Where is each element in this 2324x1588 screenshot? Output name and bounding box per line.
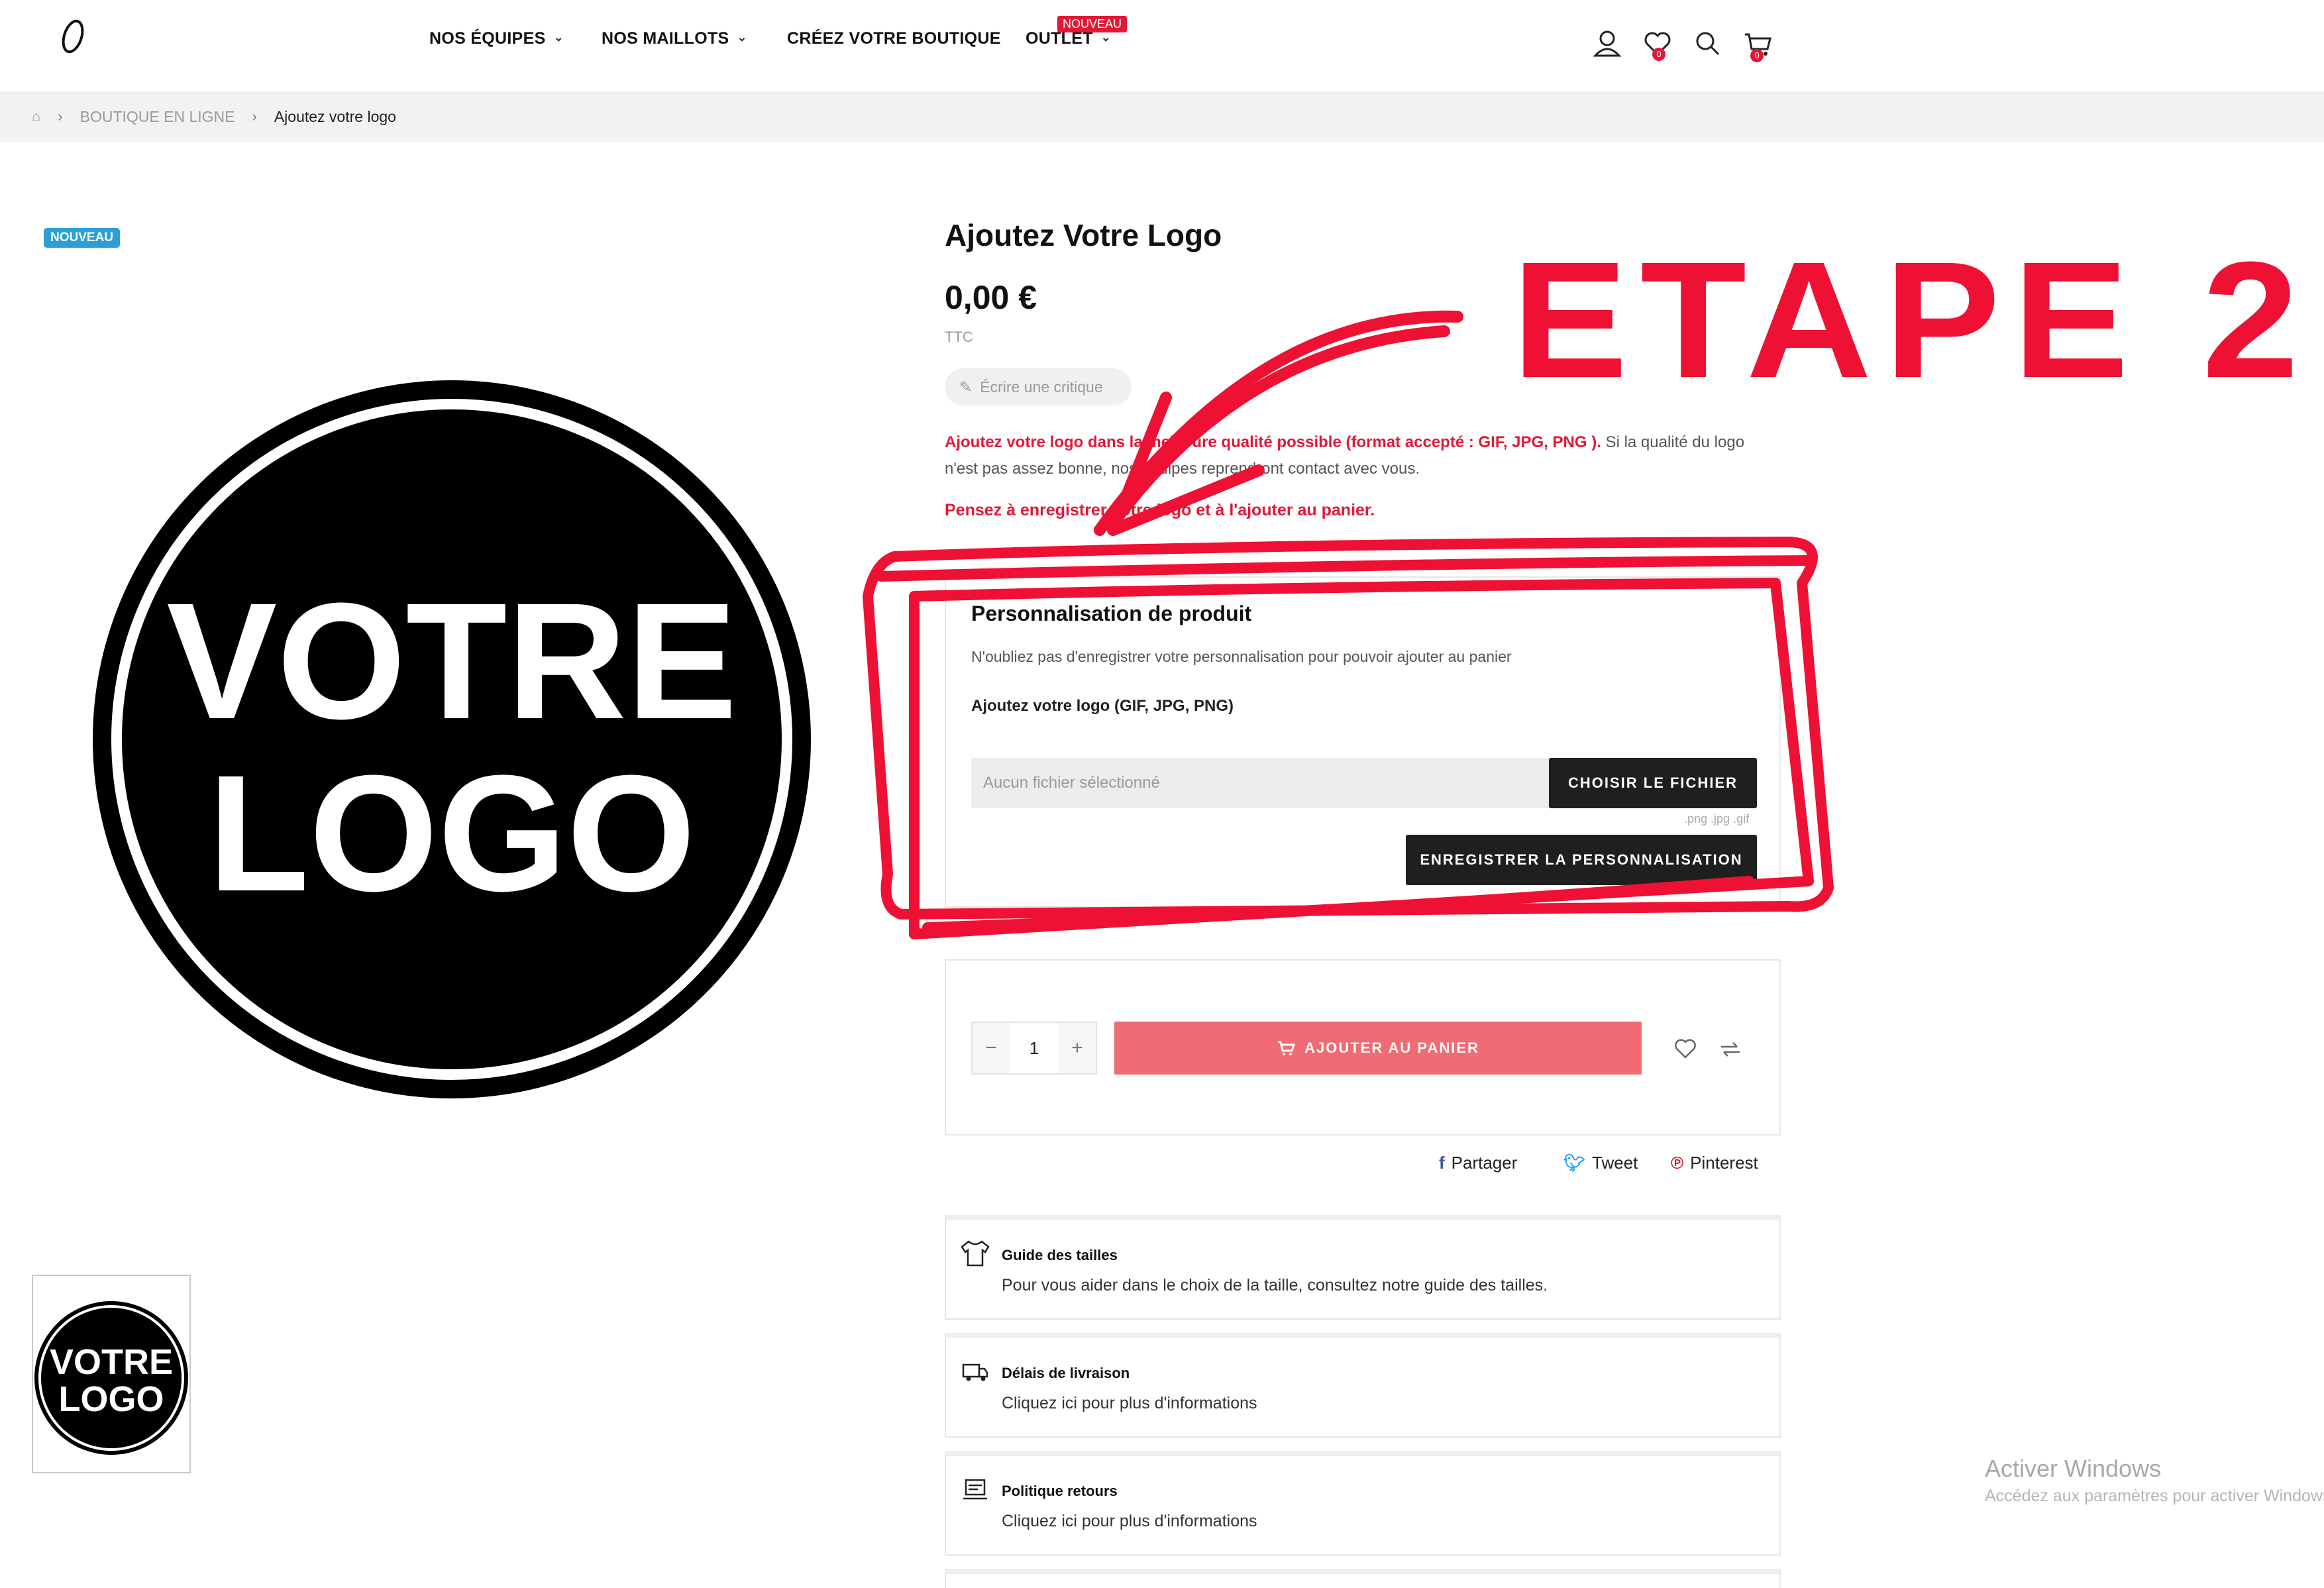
info-text: Pour vous aider dans le choix de la tail…: [1002, 1276, 1548, 1295]
nav-nos-equipes[interactable]: NOS ÉQUIPES ⌄: [429, 29, 564, 48]
info-title: Guide des tailles: [1002, 1247, 1118, 1263]
truck-icon: [962, 1363, 988, 1381]
windows-activation-title: Activer Windows: [1985, 1455, 2162, 1482]
info-title: Délais de livraison: [1002, 1365, 1130, 1381]
breadcrumb: ⌂ › BOUTIQUE EN LIGNE › Ajoutez votre lo…: [0, 91, 2324, 142]
compare-icon[interactable]: [1717, 1036, 1744, 1063]
share-twitter[interactable]: 🐦︎ Tweet: [1563, 1153, 1638, 1173]
save-reminder: Pensez à enregistrer votre logo et à l'a…: [945, 501, 1375, 519]
tshirt-icon: [961, 1240, 990, 1267]
qty-decrease-button[interactable]: −: [973, 1023, 1010, 1073]
tax-label: TTC: [945, 329, 973, 345]
home-icon[interactable]: ⌂: [32, 108, 40, 125]
nav-creez-votre-boutique[interactable]: CRÉEZ VOTRE BOUTIQUE: [787, 29, 1001, 48]
logo-field-label: Ajoutez votre logo (GIF, JPG, PNG): [971, 697, 1234, 715]
product-description: Ajoutez votre logo dans la meilleure qua…: [945, 429, 1773, 482]
logo-text-line1: VOTRE: [166, 568, 737, 753]
share-facebook[interactable]: f Partager: [1439, 1153, 1517, 1173]
nav-label: NOS ÉQUIPES: [429, 29, 546, 48]
customization-title: Personnalisation de produit: [971, 602, 1252, 625]
user-icon[interactable]: [1590, 26, 1624, 61]
info-delivery[interactable]: Délais de livraison Cliquez ici pour plu…: [945, 1333, 1781, 1438]
outlet-new-badge: NOUVEAU: [1057, 16, 1128, 32]
chevron-right-icon: ›: [252, 108, 257, 125]
customization-panel: Personnalisation de produit N'oubliez pa…: [945, 576, 1781, 908]
description-highlight: Ajoutez votre logo dans la meilleure qua…: [945, 433, 1601, 451]
extensions-hint: .png .jpg .gif: [1684, 812, 1750, 825]
file-input[interactable]: Aucun fichier sélectionné: [971, 758, 1549, 808]
info-text: Cliquez ici pour plus d'informations: [1002, 1394, 1257, 1412]
annotation-label: ETAPE 2: [1512, 227, 2311, 412]
chevron-down-icon: ⌄: [737, 30, 747, 44]
info-size-guide[interactable]: Guide des tailles Pour vous aider dans l…: [945, 1215, 1781, 1320]
share-twitter-label: Tweet: [1592, 1153, 1638, 1173]
choose-file-button[interactable]: CHOISIR LE FICHIER: [1549, 758, 1757, 808]
qty-increase-button[interactable]: +: [1059, 1023, 1096, 1073]
info-text: Cliquez ici pour plus d'informations: [1002, 1512, 1257, 1530]
brand-logo[interactable]: [54, 16, 91, 57]
thumbnail-logo: VOTRE LOGO: [34, 1301, 188, 1455]
pencil-icon: ✎: [959, 378, 973, 396]
chevron-down-icon: ⌄: [553, 30, 564, 44]
thumb-text-line2: LOGO: [59, 1379, 164, 1419]
nav-label: CRÉEZ VOTRE BOUTIQUE: [787, 29, 1001, 48]
share-facebook-label: Partager: [1451, 1153, 1518, 1173]
product-thumbnail[interactable]: VOTRE LOGO: [32, 1275, 191, 1473]
wishlist-heart-icon[interactable]: [1672, 1035, 1699, 1061]
breadcrumb-item-boutique[interactable]: BOUTIQUE EN LIGNE: [80, 108, 235, 126]
chevron-down-icon: ⌄: [1100, 30, 1112, 44]
cart-count: 0: [1750, 49, 1764, 62]
add-to-cart-button[interactable]: AJOUTER AU PANIER: [1114, 1022, 1642, 1075]
info-returns[interactable]: Politique retours Cliquez ici pour plus …: [945, 1451, 1781, 1556]
product-title: Ajoutez Votre Logo: [945, 218, 1222, 252]
search-icon[interactable]: [1691, 26, 1725, 61]
save-customization-button[interactable]: ENREGISTRER LA PERSONNALISATION: [1406, 835, 1757, 885]
quantity-stepper: − 1 +: [971, 1022, 1097, 1075]
add-to-cart-label: AJOUTER AU PANIER: [1304, 1039, 1479, 1056]
qty-input[interactable]: 1: [1010, 1023, 1059, 1073]
info-title: Politique retours: [1002, 1483, 1118, 1499]
share-pinterest-label: Pinterest: [1690, 1153, 1758, 1173]
cart-icon: [1278, 1041, 1296, 1055]
facebook-icon: f: [1439, 1153, 1445, 1173]
main-product-image[interactable]: VOTRE LOGO: [93, 380, 811, 1098]
wishlist-count: 0: [1652, 48, 1665, 61]
write-review-button[interactable]: ✎ Écrire une critique: [945, 368, 1132, 405]
windows-activation-subtitle: Accédez aux paramètres pour activer Wind…: [1985, 1487, 2324, 1505]
logo-text-line2: LOGO: [208, 741, 696, 926]
review-label: Écrire une critique: [980, 378, 1103, 396]
annotation-arrow: [1094, 310, 1463, 536]
breadcrumb-item-current: Ajoutez votre logo: [274, 107, 396, 125]
product-price: 0,00 €: [945, 279, 1037, 316]
chevron-right-icon: ›: [58, 108, 63, 125]
add-to-cart-panel: − 1 + AJOUTER AU PANIER: [945, 959, 1781, 1136]
site-header: NOS ÉQUIPES ⌄ NOS MAILLOTS ⌄ CRÉEZ VOTRE…: [0, 0, 2324, 90]
customization-subtitle: N'oubliez pas d'enregistrer votre person…: [971, 648, 1512, 665]
twitter-icon: 🐦︎: [1563, 1153, 1586, 1173]
pinterest-icon: ℗: [1671, 1153, 1684, 1173]
share-pinterest[interactable]: ℗ Pinterest: [1671, 1153, 1758, 1173]
new-badge: NOUVEAU: [44, 228, 121, 248]
return-icon: [963, 1479, 987, 1500]
nav-label: NOS MAILLOTS: [602, 29, 729, 48]
info-box-partial: [945, 1569, 1781, 1588]
nav-nos-maillots[interactable]: NOS MAILLOTS ⌄: [602, 29, 747, 48]
thumb-text-line1: VOTRE: [50, 1342, 173, 1382]
